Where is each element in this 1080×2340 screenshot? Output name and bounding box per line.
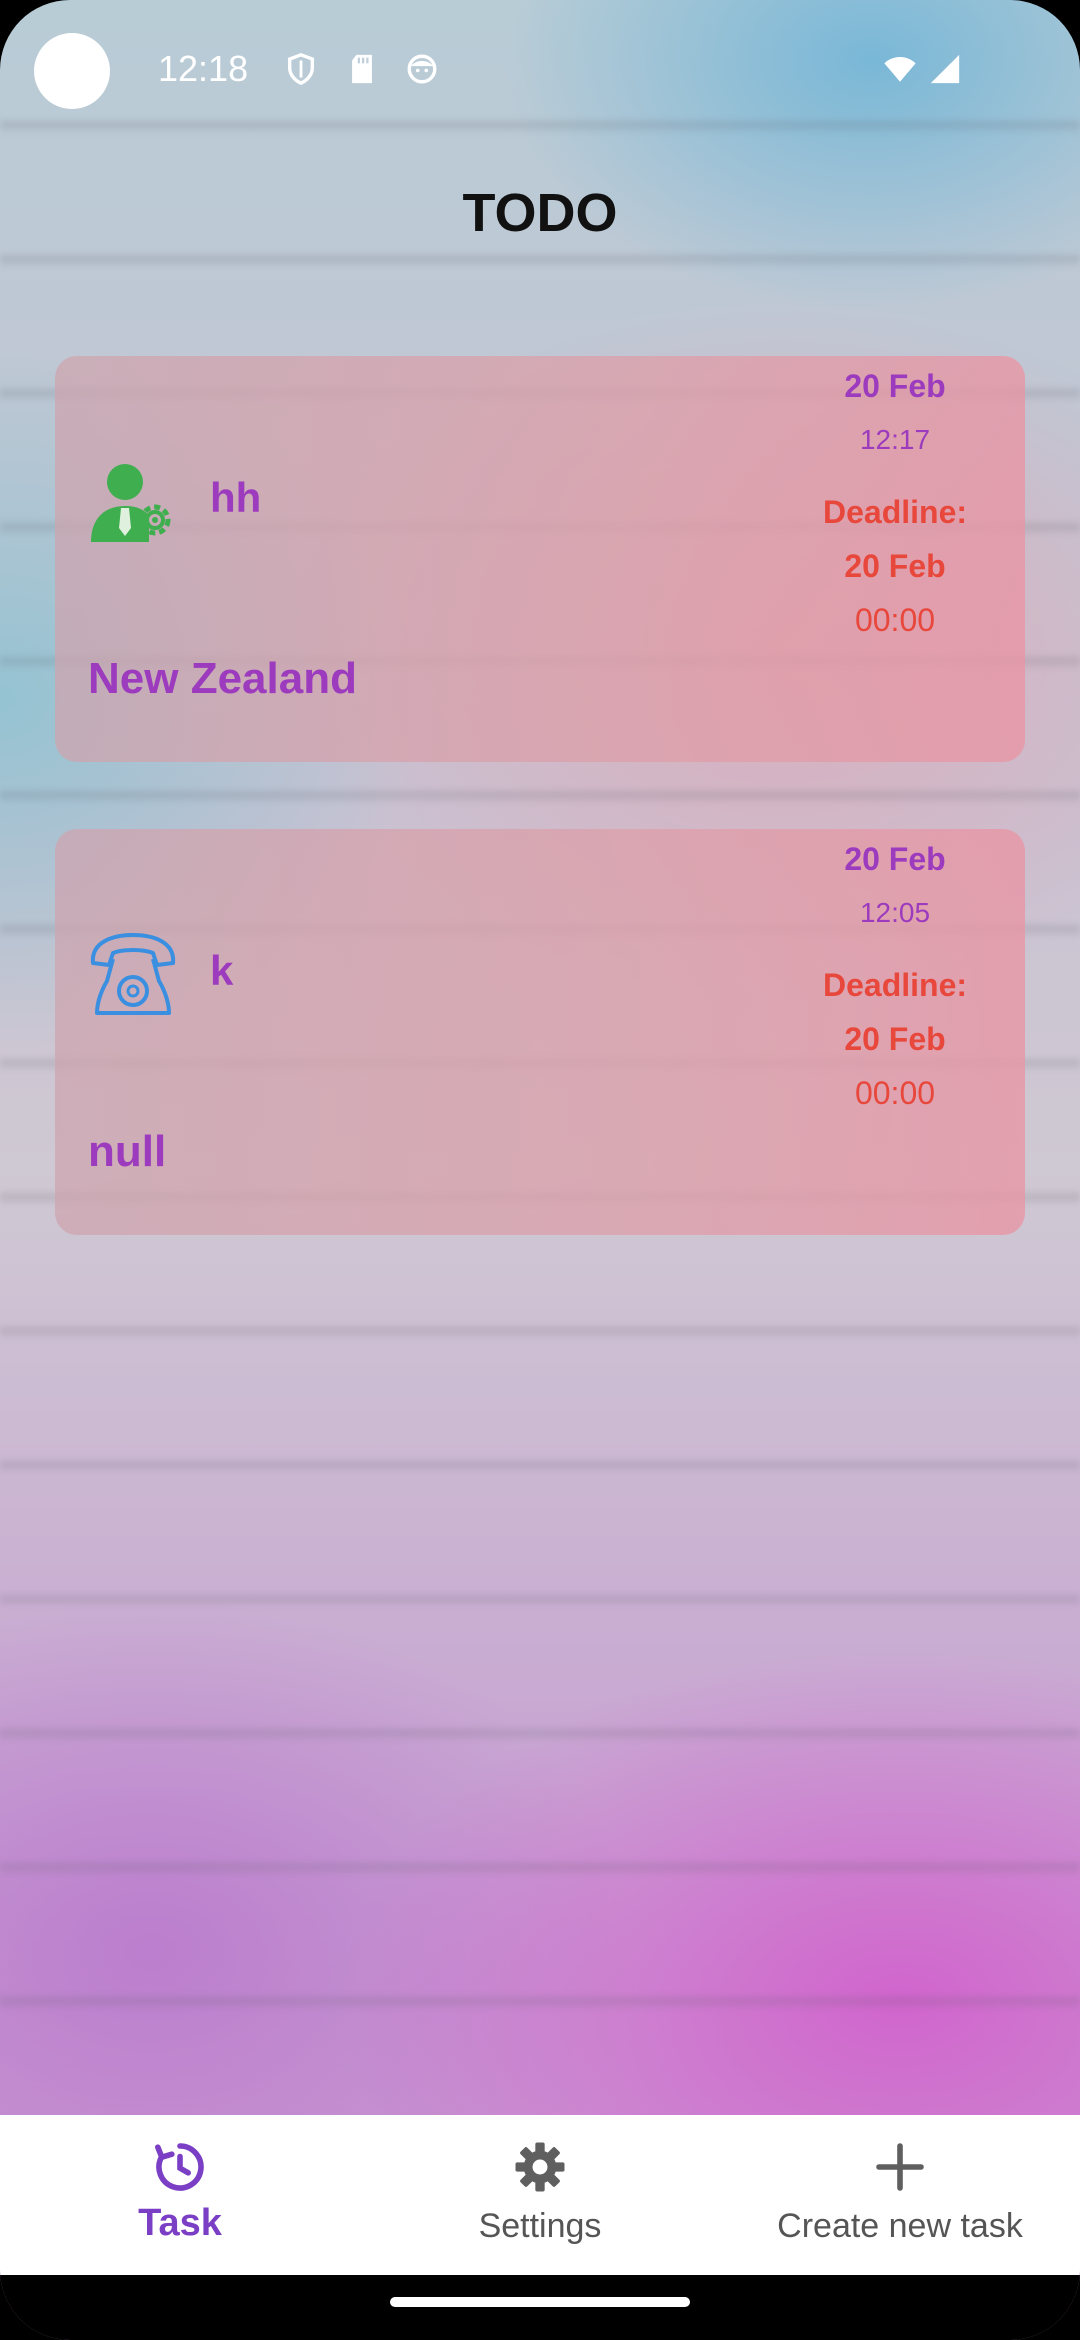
camera-cutout — [34, 33, 110, 109]
task-name: hh — [210, 474, 262, 521]
gear-icon — [515, 2142, 565, 2192]
person-gear-icon — [91, 464, 171, 542]
plus-icon — [876, 2143, 924, 2191]
nav-item-task[interactable]: Task — [0, 2115, 360, 2275]
cell-signal-icon — [930, 54, 960, 84]
shield-icon — [287, 53, 315, 86]
deadline-time: 00:00 — [854, 1075, 936, 1111]
deadline-label: Deadline: — [822, 494, 968, 530]
deadline-time: 00:00 — [854, 602, 936, 638]
status-bar: 12:18 — [0, 0, 1080, 140]
nav-label-task: Task — [138, 2202, 222, 2244]
clock-refresh-icon — [155, 2143, 204, 2191]
nav-item-settings[interactable]: Settings — [360, 2115, 720, 2275]
screen: 12:18 TODO hh New Zealand 20 Feb 12:17 D… — [0, 0, 1080, 2340]
created-date: 20 Feb — [844, 841, 946, 877]
task-description: null — [88, 1127, 167, 1176]
created-time: 12:17 — [859, 424, 931, 455]
task-card[interactable]: hh New Zealand 20 Feb 12:17 Deadline: 20… — [55, 356, 1025, 762]
created-time: 12:05 — [859, 897, 931, 928]
nav-label-settings: Settings — [478, 2207, 602, 2245]
deadline-date: 20 Feb — [844, 1021, 946, 1057]
nav-label-create-task: Create new task — [777, 2207, 1023, 2245]
sd-card-icon — [352, 54, 372, 84]
nav-item-create-task[interactable]: Create new task — [720, 2115, 1080, 2275]
telephone-icon — [90, 933, 176, 1015]
deadline-date: 20 Feb — [844, 548, 946, 584]
task-description: New Zealand — [88, 654, 357, 703]
home-indicator[interactable] — [390, 2297, 690, 2307]
task-card[interactable]: k null 20 Feb 12:05 Deadline: 20 Feb 00:… — [55, 829, 1025, 1235]
wifi-icon — [884, 56, 916, 82]
page-title: TODO — [462, 183, 618, 243]
bottom-navigation: Task Settings Create new task — [0, 2115, 1080, 2275]
task-name: k — [210, 947, 234, 994]
face-icon — [407, 54, 437, 84]
created-date: 20 Feb — [844, 368, 946, 404]
status-time: 12:18 — [158, 48, 249, 89]
deadline-label: Deadline: — [822, 967, 968, 1003]
gesture-bar — [0, 2275, 1080, 2340]
